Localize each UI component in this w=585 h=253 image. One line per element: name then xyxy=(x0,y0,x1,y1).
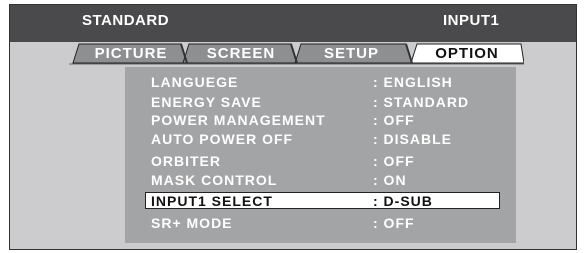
menu-item-value: : STANDARD xyxy=(373,94,470,110)
option-menu-panel: LANGUEGE : ENGLISH ENERGY SAVE : STANDAR… xyxy=(125,67,516,243)
tab-bar: PICTURE SCREEN SETUP OPTION xyxy=(69,40,524,67)
menu-item-orbiter[interactable]: ORBITER : OFF xyxy=(125,153,516,170)
menu-item-sr-mode[interactable]: SR+ MODE : OFF xyxy=(125,215,516,232)
tab-screen[interactable]: SCREEN xyxy=(197,45,285,63)
menu-item-label: SR+ MODE xyxy=(151,215,233,231)
menu-item-value: : ENGLISH xyxy=(373,74,453,90)
menu-item-value: : DISABLE xyxy=(373,131,452,147)
menu-item-auto-power-off[interactable]: AUTO POWER OFF : DISABLE xyxy=(125,131,516,148)
osd-screen: STANDARD INPUT1 PICTURE SCREEN SETUP OPT… xyxy=(9,4,577,250)
menu-item-value: : D-SUB xyxy=(373,193,433,209)
menu-item-label: LANGUEGE xyxy=(151,74,239,90)
tab-picture[interactable]: PICTURE xyxy=(87,45,175,63)
menu-item-label: ORBITER xyxy=(151,153,221,169)
input-source-label: INPUT1 xyxy=(443,12,500,29)
menu-item-value: : ON xyxy=(373,172,407,188)
menu-item-language[interactable]: LANGUEGE : ENGLISH xyxy=(125,74,516,91)
tab-option[interactable]: OPTION xyxy=(422,45,512,63)
menu-item-label: MASK CONTROL xyxy=(151,172,278,188)
menu-item-energy-save[interactable]: ENERGY SAVE : STANDARD xyxy=(125,94,516,111)
menu-item-input1-select[interactable]: INPUT1 SELECT : D-SUB xyxy=(125,192,516,210)
menu-item-label: AUTO POWER OFF xyxy=(151,131,294,147)
menu-item-label: POWER MANAGEMENT xyxy=(151,112,326,128)
osd-header: STANDARD INPUT1 xyxy=(10,5,576,42)
menu-item-label: INPUT1 SELECT xyxy=(151,193,273,209)
menu-item-power-management[interactable]: POWER MANAGEMENT : OFF xyxy=(125,112,516,129)
menu-item-label: ENERGY SAVE xyxy=(151,94,262,110)
menu-item-mask-control[interactable]: MASK CONTROL : ON xyxy=(125,172,516,189)
menu-item-value: : OFF xyxy=(373,112,415,128)
menu-item-value: : OFF xyxy=(373,215,415,231)
menu-item-value: : OFF xyxy=(373,153,415,169)
picture-mode-label: STANDARD xyxy=(82,12,170,29)
tab-setup[interactable]: SETUP xyxy=(304,45,399,63)
